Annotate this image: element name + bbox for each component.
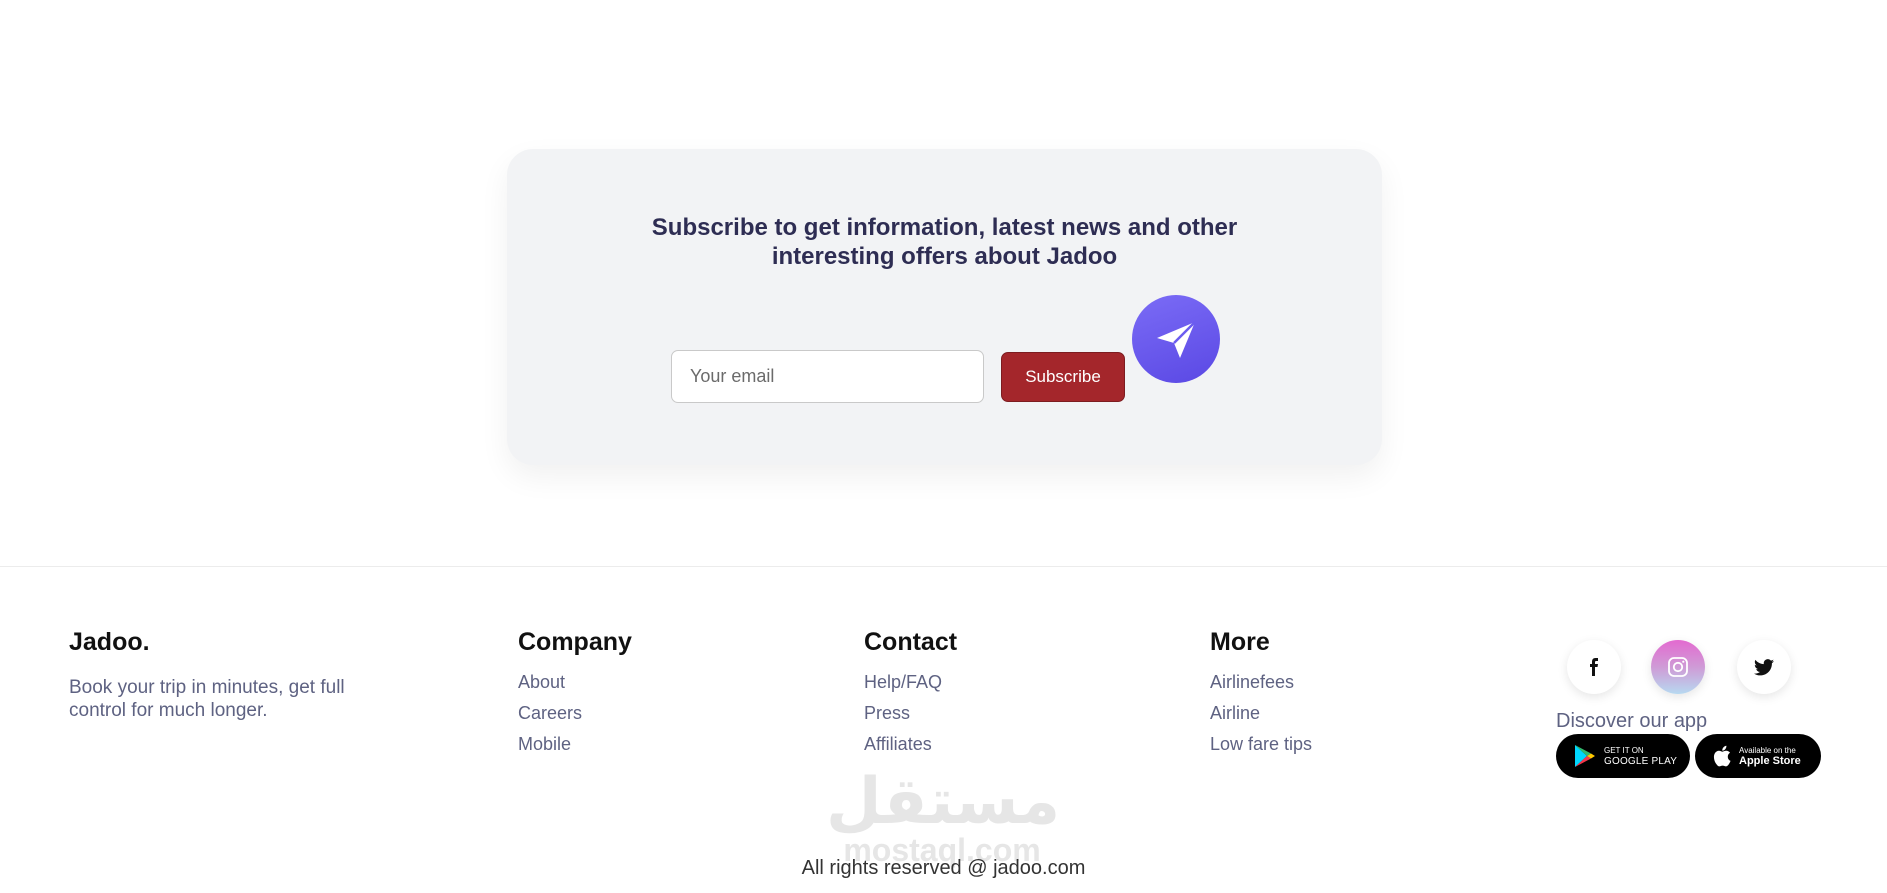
send-badge [1132,295,1220,383]
discover-app-label: Discover our app [1556,710,1708,732]
footer-link-mobile[interactable]: Mobile [518,734,632,755]
facebook-icon [1590,658,1598,676]
footer-link-airline[interactable]: Airline [1210,703,1312,724]
google-play-button[interactable]: GET IT ON GOOGLE PLAY [1556,734,1690,778]
watermark-logo: مستقل mostaql.com [826,765,1061,870]
footer-link-careers[interactable]: Careers [518,703,632,724]
apple-icon [1713,745,1731,767]
footer-tagline: Book your trip in minutes, get full cont… [69,677,345,721]
footer-column-company: Company About Careers Mobile [518,628,632,765]
footer-link-airlinefees[interactable]: Airlinefees [1210,672,1312,693]
google-play-small-text: GET IT ON [1604,746,1644,755]
footer-link-press[interactable]: Press [864,703,957,724]
watermark-arabic: مستقل [826,765,1061,839]
footer-link-affiliates[interactable]: Affiliates [864,734,957,755]
apple-store-big-text: Apple Store [1739,755,1801,767]
copyright-text: All rights reserved @ jadoo.com [801,857,1086,879]
section-divider [0,566,1887,567]
facebook-button[interactable] [1567,640,1621,694]
email-input[interactable] [671,350,984,403]
apple-store-button[interactable]: Available on the Apple Store [1695,734,1821,778]
twitter-icon [1754,658,1774,675]
google-play-icon [1575,745,1595,767]
footer-link-help-faq[interactable]: Help/FAQ [864,672,957,693]
footer-link-about[interactable]: About [518,672,632,693]
column-heading: More [1210,628,1270,656]
column-heading: Company [518,628,632,656]
google-play-big-text: GOOGLE PLAY [1604,756,1678,767]
footer-link-low-fare-tips[interactable]: Low fare tips [1210,734,1312,755]
paper-plane-icon [1157,321,1196,358]
footer-column-contact: Contact Help/FAQ Press Affiliates [864,628,957,765]
twitter-button[interactable] [1737,640,1791,694]
subscribe-title: Subscribe to get information, latest new… [651,214,1238,270]
subscribe-card: Subscribe to get information, latest new… [507,149,1382,465]
column-heading: Contact [864,628,958,656]
subscribe-button[interactable]: Subscribe [1001,352,1125,402]
instagram-icon [1668,657,1688,677]
footer-column-more: More Airlinefees Airline Low fare tips [1210,628,1312,765]
footer-brand: Jadoo. [69,628,150,656]
instagram-button[interactable] [1651,640,1705,694]
page: Subscribe to get information, latest new… [0,0,1887,893]
